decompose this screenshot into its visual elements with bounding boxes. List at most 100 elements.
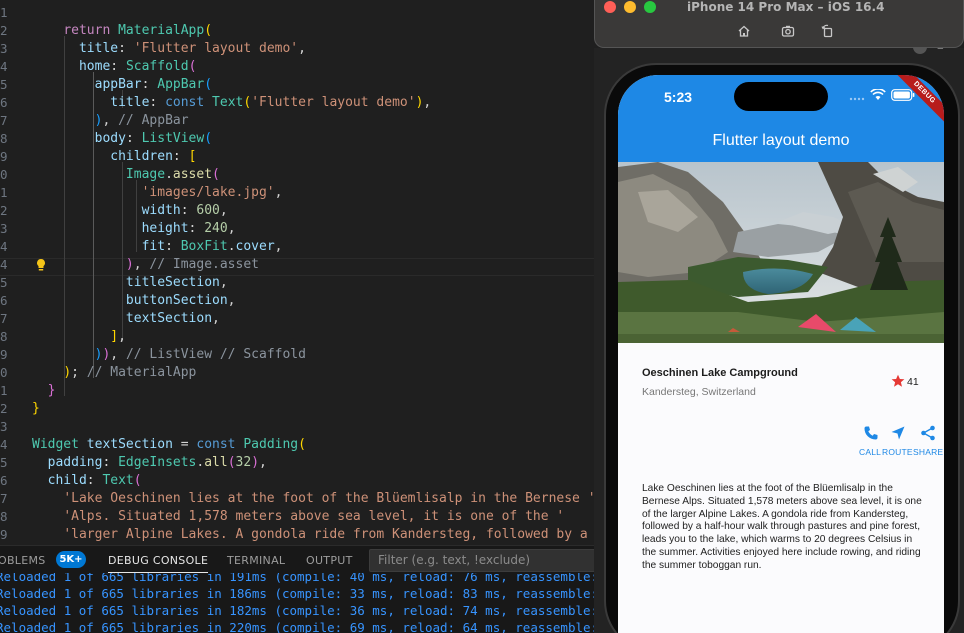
code-token: ) — [125, 257, 134, 272]
code-line: 2 width: 600, — [0, 202, 604, 220]
code-line: 4 ), // Image.asset — [0, 256, 604, 274]
code-token: : — [86, 473, 103, 488]
code-text: ), // AppBar — [32, 112, 189, 130]
code-token: 'images/lake.jpg' — [141, 185, 275, 200]
code-token: const — [196, 437, 236, 452]
line-number: 4 — [0, 239, 8, 254]
panel-tab-bar: OBLEMS 5K+ DEBUG CONSOLE TERMINAL OUTPUT… — [0, 545, 609, 573]
code-token: 'Flutter layout demo' — [133, 41, 299, 56]
code-line: 0 Image.asset( — [0, 166, 604, 184]
lightbulb-icon[interactable] — [35, 258, 47, 272]
code-token: , — [298, 41, 306, 56]
screenshot-icon[interactable] — [781, 24, 795, 38]
debug-console-output[interactable]: Reloaded 1 of 665 libraries in 191ms (co… — [0, 573, 604, 633]
code-token: , — [102, 113, 119, 128]
close-window-button[interactable] — [604, 1, 616, 13]
code-token: MaterialApp — [118, 23, 205, 38]
code-token: textSection — [125, 311, 213, 326]
code-token: // Image.asset — [149, 257, 259, 272]
console-line: Reloaded 1 of 665 libraries in 191ms (co… — [0, 573, 604, 584]
code-token: , — [274, 185, 283, 200]
code-token: 'Lake Oeschinen lies at the foot of the … — [63, 491, 596, 506]
line-number: 4 — [0, 437, 8, 452]
code-line: 5 appBar: AppBar( — [0, 76, 604, 94]
code-text: } — [32, 382, 56, 400]
code-token: // ListView // Scaffold — [125, 347, 306, 362]
tab-debug-console[interactable]: DEBUG CONSOLE — [108, 554, 209, 573]
tab-problems[interactable]: OBLEMS — [0, 554, 46, 567]
console-line: Reloaded 1 of 665 libraries in 182ms (co… — [0, 603, 604, 618]
line-number: 8 — [0, 329, 8, 344]
rotate-icon[interactable] — [821, 24, 835, 38]
navigation-icon[interactable] — [890, 425, 906, 441]
code-text: fit: BoxFit.cover, — [32, 238, 283, 256]
line-number: 7 — [0, 113, 8, 128]
code-token: 'larger Alpine Lakes. A gondola ride fro… — [63, 527, 604, 542]
code-token: ( — [204, 131, 213, 146]
code-token: : — [165, 239, 181, 254]
tab-output[interactable]: OUTPUT — [306, 554, 353, 567]
code-text: ], — [32, 328, 126, 346]
code-token: , — [219, 203, 228, 218]
code-line: 2 return MaterialApp( — [0, 22, 604, 40]
code-token: . — [227, 239, 236, 254]
phone-screen[interactable]: 5:23 DEBUG Flutter layout demo Oeschinen… — [618, 75, 944, 633]
code-text: )), // ListView // Scaffold — [32, 346, 306, 364]
code-token: , — [227, 293, 236, 308]
code-token: , — [212, 311, 220, 326]
phone-icon[interactable] — [863, 425, 879, 441]
code-token: , — [227, 221, 236, 236]
code-text: padding: EdgeInsets.all(32), — [32, 454, 267, 472]
line-number: 5 — [0, 275, 8, 290]
signal-dots-icon — [849, 97, 865, 101]
console-filter-input[interactable]: Filter (e.g. text, !exclude) — [369, 549, 609, 572]
zoom-window-button[interactable] — [644, 1, 656, 13]
code-token: height — [141, 221, 189, 236]
code-line: 7 'Lake Oeschinen lies at the foot of th… — [0, 490, 604, 508]
code-token: ] — [110, 329, 119, 344]
dynamic-island — [734, 82, 828, 111]
line-number: 7 — [0, 491, 8, 506]
code-token: width — [141, 203, 181, 218]
minimize-window-button[interactable] — [624, 1, 636, 13]
tab-terminal[interactable]: TERMINAL — [227, 554, 285, 567]
code-line: 1 } — [0, 382, 604, 400]
home-icon[interactable] — [737, 24, 751, 38]
campground-location: Kandersteg, Switzerland — [642, 386, 756, 398]
code-token: : — [149, 95, 166, 110]
simulator-title: iPhone 14 Pro Max – iOS 16.4 — [687, 0, 885, 14]
code-token: 600 — [196, 203, 220, 218]
line-number: 9 — [0, 347, 8, 362]
code-text: body: ListView( — [32, 130, 212, 148]
code-token: Image — [125, 167, 166, 182]
code-token: textSection — [86, 437, 173, 452]
share-icon[interactable] — [920, 425, 936, 441]
line-number: 6 — [0, 293, 8, 308]
route-button[interactable]: ROUTE — [882, 447, 913, 457]
code-token: , — [133, 257, 150, 272]
call-button[interactable]: CALL — [859, 447, 881, 457]
code-token: , — [118, 329, 126, 344]
code-line: 4 Widget textSection = const Padding( — [0, 436, 604, 454]
code-token: 240 — [204, 221, 228, 236]
code-text: height: 240, — [32, 220, 236, 238]
code-token: : — [118, 41, 134, 56]
code-token: BoxFit — [180, 239, 228, 254]
line-number: 1 — [0, 185, 8, 200]
wifi-icon — [870, 89, 886, 100]
code-line: 3 height: 240, — [0, 220, 604, 238]
code-line: 4 home: Scaffold( — [0, 58, 604, 76]
line-number: 8 — [0, 131, 8, 146]
code-token: Padding — [243, 437, 299, 452]
share-button[interactable]: SHARE — [913, 447, 943, 457]
line-number: 6 — [0, 95, 8, 110]
code-editor[interactable]: 0 );12 return MaterialApp(3 title: 'Flut… — [0, 0, 604, 545]
